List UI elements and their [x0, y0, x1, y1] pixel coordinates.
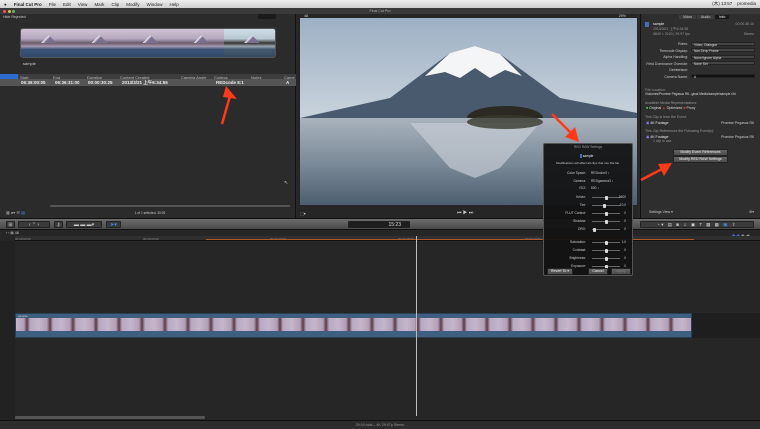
mouse-cursor: ↖	[284, 180, 289, 186]
arrow-dialog	[551, 113, 573, 135]
arrow-codec	[220, 95, 232, 125]
arrowhead-codec	[223, 86, 237, 99]
arrow-modify-button	[640, 167, 663, 182]
annotation-arrows	[220, 86, 672, 182]
